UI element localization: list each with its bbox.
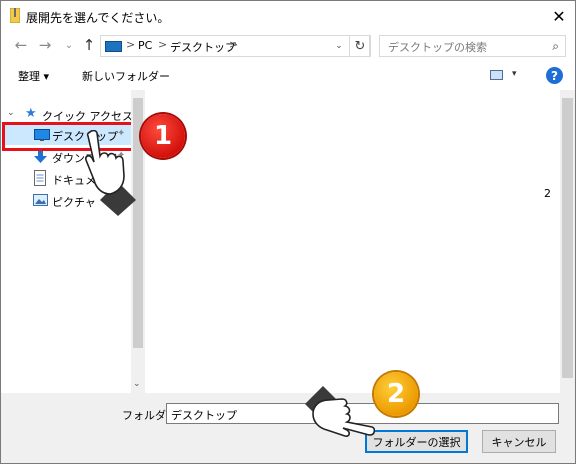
close-button[interactable]: ✕ (543, 1, 575, 31)
window-title: 展開先を選んでください。 (26, 11, 170, 25)
chevron-down-icon[interactable]: ▾ (512, 69, 517, 79)
new-folder-button[interactable]: 新しいフォルダー (82, 68, 170, 84)
navigation-bar: ← → ⌄ ↑ > PC > デスクトップ > ⌄ ↻ デスクトップの検索 ⌕ (1, 31, 575, 61)
chevron-down-icon: ⌄ (335, 41, 343, 51)
pointing-hand-icon (305, 386, 375, 437)
breadcrumb-pc[interactable]: PC (138, 39, 152, 52)
content-text: 2 (544, 187, 551, 200)
close-icon: ✕ (552, 6, 566, 26)
address-bar[interactable]: > PC > デスクトップ > (100, 35, 370, 57)
search-input[interactable]: デスクトップの検索 (388, 39, 487, 55)
pc-icon (105, 41, 122, 52)
folder-content-area[interactable]: 2 (145, 90, 560, 393)
breadcrumb-chevron[interactable]: > (126, 38, 135, 51)
organize-menu[interactable]: 整理 ▾ (18, 68, 49, 84)
step-2-badge: 2 (374, 372, 418, 416)
breadcrumb-chevron[interactable]: > (158, 38, 167, 51)
arrow-up-icon: ↑ (82, 36, 96, 54)
breadcrumb-desktop[interactable]: デスクトップ (170, 39, 236, 55)
step-1-badge: 1 (141, 114, 185, 158)
document-icon (34, 170, 46, 186)
command-bar: 整理 ▾ 新しいフォルダー ▾ ? (1, 63, 575, 89)
arrow-left-icon: ← (14, 36, 28, 54)
star-icon: ★ (25, 106, 37, 121)
chevron-down-icon[interactable]: ⌄ (7, 108, 15, 118)
recent-locations-button[interactable]: ⌄ (59, 35, 79, 55)
folder-zip-icon (10, 8, 20, 23)
select-folder-button[interactable]: フォルダーの選択 (365, 430, 468, 453)
up-button[interactable]: ↑ (79, 35, 99, 55)
download-icon (34, 149, 47, 163)
dialog-footer: フォルダー: デスクトップ フォルダーの選択 キャンセル (1, 393, 575, 463)
pictures-icon (33, 194, 48, 206)
refresh-button[interactable]: ↻ (349, 35, 371, 57)
breadcrumb-chevron[interactable]: > (229, 38, 238, 51)
refresh-icon: ↻ (354, 38, 366, 54)
chevron-down-icon: ⌄ (64, 39, 74, 51)
scrollbar-thumb[interactable] (562, 98, 573, 378)
help-icon[interactable]: ? (546, 67, 563, 84)
forward-button[interactable]: → (35, 35, 55, 55)
cancel-button[interactable]: キャンセル (482, 430, 556, 453)
title-bar: 展開先を選んでください。 ✕ (1, 1, 575, 31)
help-glyph: ? (551, 68, 558, 83)
folder-picker-dialog: 展開先を選んでください。 ✕ ← → ⌄ ↑ > PC > デスクトップ > ⌄ (0, 0, 576, 464)
search-box[interactable]: デスクトップの検索 ⌕ (379, 35, 566, 57)
content-scrollbar[interactable] (560, 90, 575, 393)
chevron-down-icon[interactable]: ⌄ (133, 379, 141, 389)
search-icon: ⌕ (552, 39, 559, 53)
arrow-right-icon: → (38, 36, 52, 54)
address-dropdown-button[interactable]: ⌄ (333, 35, 345, 57)
view-options-icon[interactable] (490, 70, 503, 80)
back-button[interactable]: ← (11, 35, 31, 55)
pointing-hand-icon (85, 130, 136, 216)
